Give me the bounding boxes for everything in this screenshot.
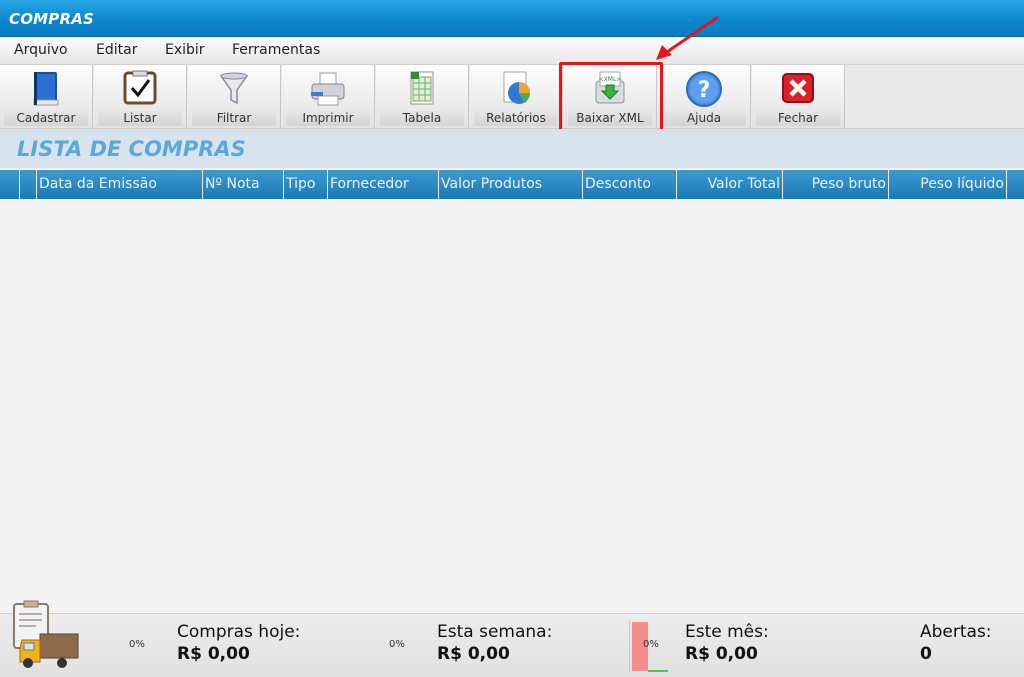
- pie-chart-icon: [503, 71, 530, 104]
- column-header-valor-total[interactable]: Valor Total: [677, 170, 783, 199]
- column-header-desconto[interactable]: Desconto: [583, 170, 677, 199]
- toolbar-label: Filtrar: [192, 111, 276, 126]
- checklist-icon: [123, 70, 157, 105]
- printer-icon: [311, 72, 345, 106]
- toolbar-label: Cadastrar: [4, 111, 88, 126]
- book-icon: [33, 72, 59, 106]
- page-title: LISTA DE COMPRAS: [17, 137, 246, 161]
- toolbar-label: Ajuda: [662, 111, 746, 126]
- column-header-tipo[interactable]: Tipo: [284, 170, 328, 199]
- help-icon: ?: [686, 71, 722, 107]
- arrow-icon: [656, 15, 719, 60]
- column-header-fornecedor[interactable]: Fornecedor: [328, 170, 439, 199]
- page-heading-bar: LISTA DE COMPRAS: [0, 129, 1024, 168]
- toolbar-label: Fechar: [756, 111, 840, 126]
- column-header-peso-bruto[interactable]: Peso bruto: [783, 170, 889, 199]
- cadastrar-button[interactable]: Cadastrar: [0, 65, 93, 128]
- column-header-peso-liquido[interactable]: Peso líquido: [889, 170, 1007, 199]
- week-label: Esta semana:: [437, 622, 553, 642]
- toolbar-label: Imprimir: [286, 111, 370, 126]
- menu-arquivo[interactable]: Arquivo: [14, 42, 68, 58]
- menu-exibir[interactable]: Exibir: [165, 42, 205, 58]
- menu-bar: Arquivo Editar Exibir Ferramentas: [0, 37, 1024, 65]
- open-value: 0: [920, 644, 932, 664]
- column-header-numero-nota[interactable]: Nº Nota: [203, 170, 284, 199]
- listar-button[interactable]: Listar: [94, 65, 187, 128]
- week-value: R$ 0,00: [437, 644, 510, 664]
- menu-editar[interactable]: Editar: [96, 42, 137, 58]
- fechar-button[interactable]: Fechar: [752, 65, 845, 128]
- month-bar-base: [648, 670, 668, 672]
- menu-ferramentas[interactable]: Ferramentas: [232, 42, 320, 58]
- window-title: COMPRAS: [9, 10, 95, 28]
- toolbar: Cadastrar Listar Filtrar Imprimir Tabela…: [0, 65, 1024, 129]
- column-header[interactable]: [20, 170, 37, 199]
- imprimir-button[interactable]: Imprimir: [282, 65, 375, 128]
- close-icon: [782, 73, 814, 103]
- open-label: Abertas:: [920, 622, 992, 642]
- table-body[interactable]: [0, 199, 1024, 613]
- relatorios-button[interactable]: Relatórios: [470, 65, 563, 128]
- month-label: Este mês:: [685, 622, 769, 642]
- title-bar: COMPRAS: [0, 0, 1024, 37]
- table-header: Data da Emissão Nº Nota Tipo Fornecedor …: [0, 169, 1024, 199]
- tabela-button[interactable]: Tabela: [376, 65, 469, 128]
- month-value: R$ 0,00: [685, 644, 758, 664]
- spreadsheet-icon: [410, 71, 434, 105]
- filtrar-button[interactable]: Filtrar: [188, 65, 281, 128]
- today-value: R$ 0,00: [177, 644, 250, 664]
- funnel-icon: [219, 72, 249, 105]
- month-bar-frame: [629, 620, 630, 672]
- toolbar-label: Tabela: [380, 111, 464, 126]
- svg-text:?: ?: [698, 78, 711, 103]
- month-percent: 0%: [643, 639, 659, 650]
- column-header[interactable]: [0, 170, 20, 199]
- highlight-box: [559, 62, 663, 133]
- week-percent: 0%: [389, 639, 405, 650]
- column-header-data-emissao[interactable]: Data da Emissão: [37, 170, 203, 199]
- toolbar-label: Listar: [98, 111, 182, 126]
- footer-stats: 0% Compras hoje: R$ 0,00 0% Esta semana:…: [0, 600, 1024, 677]
- ajuda-button[interactable]: ? Ajuda: [658, 65, 751, 128]
- today-percent: 0%: [129, 639, 145, 650]
- today-label: Compras hoje:: [177, 622, 301, 642]
- column-header-valor-produtos[interactable]: Valor Produtos: [439, 170, 583, 199]
- toolbar-label: Relatórios: [474, 111, 558, 126]
- truck-clipboard-icon: [13, 600, 79, 668]
